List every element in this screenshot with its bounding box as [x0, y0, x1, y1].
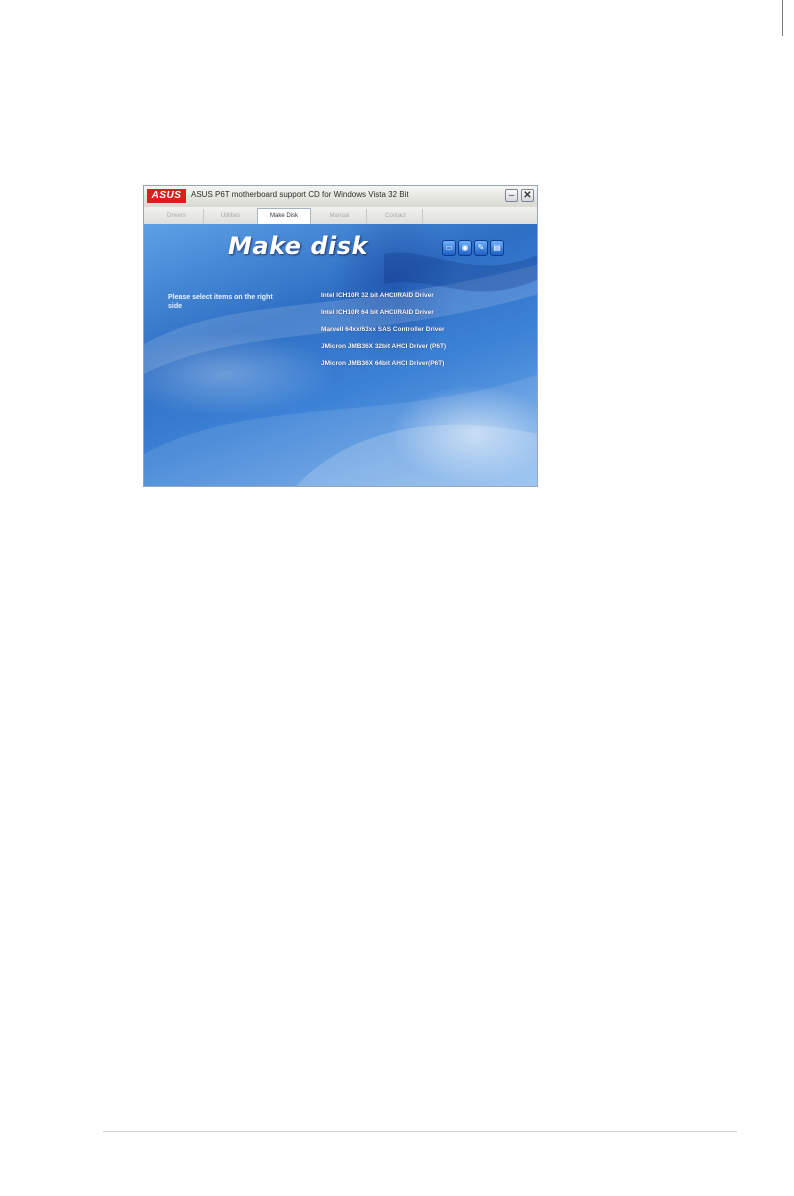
instruction-text: Please select items on the right side — [168, 294, 273, 310]
tab-contact[interactable]: Contact — [369, 209, 423, 223]
window-title: ASUS P6T motherboard support CD for Wind… — [191, 190, 409, 199]
close-button[interactable]: ✕ — [521, 189, 534, 202]
monitor-icon[interactable]: ▭ — [442, 240, 456, 256]
footer-divider — [103, 1131, 737, 1132]
asus-logo: ASUS — [147, 189, 186, 203]
tab-utilities[interactable]: Utilities — [204, 209, 258, 223]
cd-icon[interactable]: ◉ — [458, 240, 472, 256]
wrench-icon[interactable]: ✎ — [474, 240, 488, 256]
document-icon[interactable]: ▤ — [490, 240, 504, 256]
tab-drivers[interactable]: Drivers — [150, 209, 204, 223]
list-item[interactable]: JMicron JMB36X 64bit AHCI Driver(P6T) — [321, 359, 446, 376]
minimize-button[interactable]: – — [505, 189, 518, 202]
tab-bar: Drivers Utilities Make Disk Manual Conta… — [144, 207, 537, 225]
make-disk-list: Intel ICH10R 32 bit AHCI/RAID Driver Int… — [321, 291, 446, 376]
list-item[interactable]: Intel ICH10R 64 bit AHCI/RAID Driver — [321, 308, 446, 325]
list-item[interactable]: JMicron JMB36X 32bit AHCI Driver (P6T) — [321, 342, 446, 359]
title-bar[interactable]: ASUS ASUS P6T motherboard support CD for… — [144, 186, 537, 208]
list-item[interactable]: Marvell 64xx/63xx SAS Controller Driver — [321, 325, 446, 342]
tab-manual[interactable]: Manual — [313, 209, 367, 223]
page-edge-line — [782, 0, 783, 36]
app-window: ASUS ASUS P6T motherboard support CD for… — [143, 185, 538, 487]
page-title: Make disk — [228, 232, 368, 260]
list-item[interactable]: Intel ICH10R 32 bit AHCI/RAID Driver — [321, 291, 446, 308]
tab-make-disk[interactable]: Make Disk — [257, 208, 311, 224]
content-panel: Make disk ▭ ◉ ✎ ▤ Please select items on… — [144, 224, 537, 486]
